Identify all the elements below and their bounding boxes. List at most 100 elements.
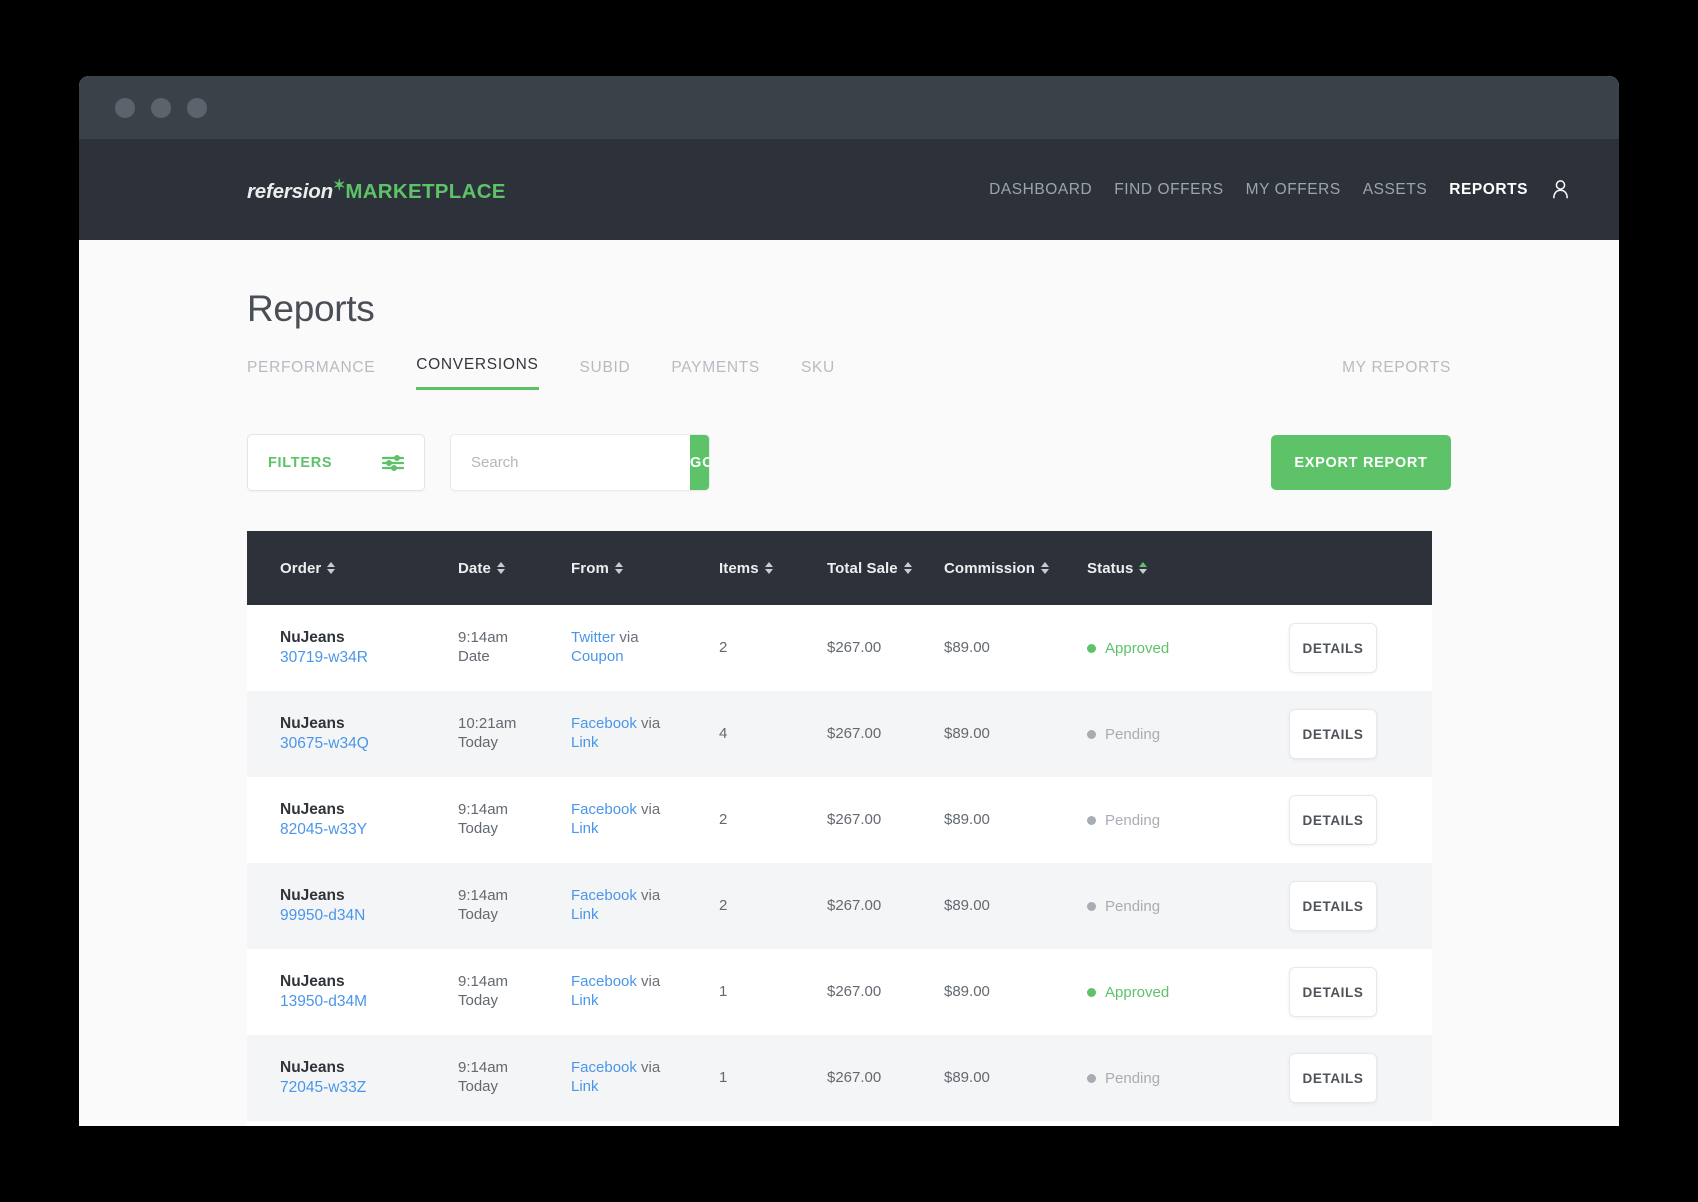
cell-from: Facebook viaLink bbox=[571, 1059, 719, 1096]
filters-button-label: FILTERS bbox=[268, 455, 332, 471]
cell-actions: DETAILS bbox=[1267, 1053, 1377, 1103]
filters-button[interactable]: FILTERS bbox=[247, 434, 425, 491]
total-sale-amount: $267.00 bbox=[827, 811, 881, 828]
cell-status: Pending bbox=[1087, 898, 1267, 915]
details-button[interactable]: DETAILS bbox=[1289, 795, 1377, 845]
order-day: Today bbox=[458, 820, 571, 839]
from-via-label: via bbox=[619, 629, 638, 646]
minimize-dot[interactable] bbox=[151, 98, 171, 118]
cell-commission: $89.00 bbox=[944, 1069, 1087, 1087]
order-id-link[interactable]: 30719-w34R bbox=[280, 648, 458, 668]
cell-total-sale: $267.00 bbox=[827, 639, 944, 657]
sort-arrows-icon[interactable] bbox=[327, 562, 335, 574]
window-titlebar bbox=[79, 76, 1619, 139]
search-go-button[interactable]: GO bbox=[690, 435, 710, 490]
shop-name: NuJeans bbox=[280, 800, 458, 820]
maximize-dot[interactable] bbox=[187, 98, 207, 118]
from-source-link[interactable]: Facebook bbox=[571, 973, 637, 990]
nav-item-dashboard[interactable]: DASHBOARD bbox=[989, 181, 1092, 199]
table-row[interactable]: NuJeans82045-w33Y9:14amTodayFacebook via… bbox=[247, 777, 1432, 863]
cell-order: NuJeans82045-w33Y bbox=[280, 800, 458, 840]
table-row[interactable]: NuJeans13950-d34M9:14amTodayFacebook via… bbox=[247, 949, 1432, 1035]
sort-arrows-icon[interactable] bbox=[765, 562, 773, 574]
sort-arrows-icon[interactable] bbox=[497, 562, 505, 574]
items-count: 1 bbox=[719, 1069, 727, 1086]
order-id-link[interactable]: 72045-w33Z bbox=[280, 1078, 458, 1098]
cell-actions: DETAILS bbox=[1267, 795, 1377, 845]
search-box: GO bbox=[450, 434, 710, 491]
order-id-link[interactable]: 30675-w34Q bbox=[280, 734, 458, 754]
tab-conversions[interactable]: CONVERSIONS bbox=[416, 356, 538, 390]
from-type-link[interactable]: Link bbox=[571, 992, 719, 1011]
from-type-link[interactable]: Link bbox=[571, 734, 719, 753]
cell-date: 9:14amToday bbox=[458, 887, 571, 924]
column-header-order[interactable]: Order bbox=[280, 560, 458, 577]
sort-arrows-icon[interactable] bbox=[904, 562, 912, 574]
column-header-status[interactable]: Status bbox=[1087, 560, 1267, 577]
from-type-link[interactable]: Link bbox=[571, 820, 719, 839]
from-source-link[interactable]: Twitter bbox=[571, 629, 615, 646]
details-button[interactable]: DETAILS bbox=[1289, 709, 1377, 759]
from-via-label: via bbox=[641, 973, 660, 990]
from-source-link[interactable]: Facebook bbox=[571, 801, 637, 818]
order-time: 9:14am bbox=[458, 629, 571, 648]
status-badge: Pending bbox=[1087, 812, 1267, 829]
column-header-commission[interactable]: Commission bbox=[944, 560, 1087, 577]
from-source-link[interactable]: Facebook bbox=[571, 887, 637, 904]
table-row[interactable]: NuJeans72045-w33Z9:14amTodayFacebook via… bbox=[247, 1035, 1432, 1121]
nav-item-find-offers[interactable]: FIND OFFERS bbox=[1114, 181, 1223, 199]
from-type-link[interactable]: Coupon bbox=[571, 648, 719, 667]
cell-total-sale: $267.00 bbox=[827, 811, 944, 829]
details-button[interactable]: DETAILS bbox=[1289, 623, 1377, 673]
tab-performance[interactable]: PERFORMANCE bbox=[247, 359, 375, 390]
order-id-link[interactable]: 99950-d34N bbox=[280, 906, 458, 926]
details-button[interactable]: DETAILS bbox=[1289, 967, 1377, 1017]
nav-item-reports[interactable]: REPORTS bbox=[1449, 181, 1528, 199]
status-dot-icon bbox=[1087, 1074, 1096, 1083]
order-day: Today bbox=[458, 906, 571, 925]
table-row[interactable]: NuJeans9:14Facebook viaDETAILS bbox=[247, 1121, 1432, 1126]
order-day: Today bbox=[458, 1078, 571, 1097]
column-header-from[interactable]: From bbox=[571, 560, 719, 577]
order-id-link[interactable]: 13950-d34M bbox=[280, 992, 458, 1012]
status-dot-icon bbox=[1087, 730, 1096, 739]
column-header-date[interactable]: Date bbox=[458, 560, 571, 577]
details-button[interactable]: DETAILS bbox=[1289, 1053, 1377, 1103]
tab-sku[interactable]: SKU bbox=[801, 359, 835, 390]
commission-amount: $89.00 bbox=[944, 1069, 990, 1086]
details-button[interactable]: DETAILS bbox=[1289, 881, 1377, 931]
status-label: Approved bbox=[1105, 984, 1169, 1001]
table-row[interactable]: NuJeans30719-w34R9:14amDateTwitter viaCo… bbox=[247, 605, 1432, 691]
table-row[interactable]: NuJeans99950-d34N9:14amTodayFacebook via… bbox=[247, 863, 1432, 949]
from-source-line: Facebook via bbox=[571, 801, 719, 820]
export-report-button[interactable]: EXPORT REPORT bbox=[1271, 435, 1451, 490]
sort-arrows-icon[interactable] bbox=[1139, 562, 1147, 574]
from-type-link[interactable]: Link bbox=[571, 906, 719, 925]
search-input[interactable] bbox=[451, 435, 690, 490]
order-day: Today bbox=[458, 992, 571, 1011]
sort-arrows-icon[interactable] bbox=[615, 562, 623, 574]
from-source-link[interactable]: Facebook bbox=[571, 1059, 637, 1076]
table-row[interactable]: NuJeans30675-w34Q10:21amTodayFacebook vi… bbox=[247, 691, 1432, 777]
nav-item-my-offers[interactable]: MY OFFERS bbox=[1246, 181, 1341, 199]
cell-order: NuJeans30719-w34R bbox=[280, 628, 458, 668]
from-type-link[interactable]: Link bbox=[571, 1078, 719, 1097]
close-dot[interactable] bbox=[115, 98, 135, 118]
nav-item-assets[interactable]: ASSETS bbox=[1363, 181, 1427, 199]
order-id-link[interactable]: 82045-w33Y bbox=[280, 820, 458, 840]
cell-total-sale: $267.00 bbox=[827, 983, 944, 1001]
from-source-line: Facebook via bbox=[571, 973, 719, 992]
user-icon[interactable] bbox=[1552, 180, 1569, 199]
tab-payments[interactable]: PAYMENTS bbox=[671, 359, 760, 390]
from-source-link[interactable]: Facebook bbox=[571, 715, 637, 732]
order-time: 9:14am bbox=[458, 801, 571, 820]
tab-subid[interactable]: SUBID bbox=[580, 359, 631, 390]
site-logo[interactable]: refersion✶MARKETPLACE bbox=[247, 176, 506, 204]
my-reports-link[interactable]: MY REPORTS bbox=[1342, 359, 1451, 390]
cell-actions: DETAILS bbox=[1267, 623, 1377, 673]
cell-total-sale: $267.00 bbox=[827, 725, 944, 743]
column-header-total-sale[interactable]: Total Sale bbox=[827, 560, 944, 577]
cell-date: 9:14amToday bbox=[458, 1059, 571, 1096]
sort-arrows-icon[interactable] bbox=[1041, 562, 1049, 574]
column-header-items[interactable]: Items bbox=[719, 560, 827, 577]
